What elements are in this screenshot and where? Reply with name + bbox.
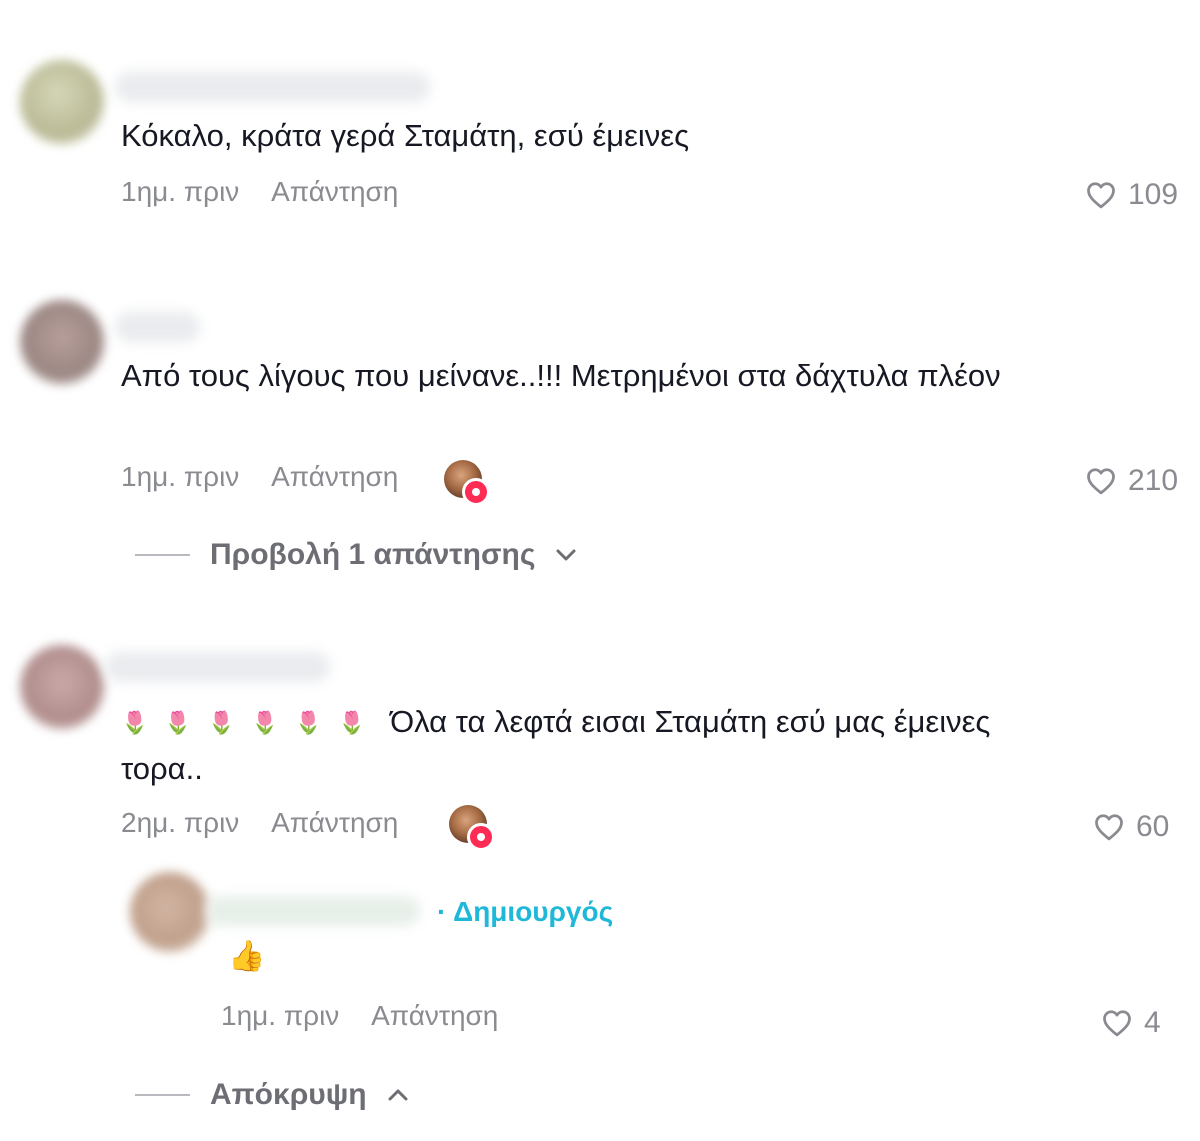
tulip-icon: 🌷: [207, 710, 236, 735]
creator-liked-avatar: [444, 460, 490, 506]
comment-text: Από τους λίγους που μείνανε..!!! Μετρημέ…: [121, 358, 1001, 393]
tulip-icon: 🌷: [251, 710, 279, 735]
creator-badge: · Δημιουργός: [437, 896, 614, 927]
creator-liked-avatar: [449, 805, 495, 851]
heart-badge-icon: [462, 478, 490, 506]
flower-emoji-row: 🌷 🌷 🌷 🌷 🌷 🌷: [121, 704, 390, 739]
timestamp: 1ημ. πριν: [121, 461, 240, 492]
like-button[interactable]: 210: [1086, 464, 1178, 498]
like-count: 109: [1128, 178, 1179, 211]
heart-outline-icon: [1095, 814, 1123, 841]
reply-meta: 1ημ. πριν Απάντηση: [221, 1000, 498, 1032]
thumbs-up-icon: 👍: [228, 940, 266, 973]
hide-replies-button[interactable]: Απόκρυψη: [135, 1078, 409, 1112]
username-blurred[interactable]: [115, 312, 200, 342]
timestamp: 2ημ. πριν: [121, 807, 240, 838]
hide-replies-label: Απόκρυψη: [210, 1078, 367, 1111]
username-blurred[interactable]: [105, 652, 330, 682]
like-button[interactable]: 60: [1094, 810, 1169, 844]
reply-button[interactable]: Απάντηση: [271, 176, 398, 207]
like-button[interactable]: 109: [1086, 178, 1178, 212]
username-blurred[interactable]: [205, 896, 420, 926]
tulip-icon: 🌷: [164, 710, 192, 735]
comment-text: Κόκαλο, κράτα γερά Σταμάτη, εσύ έμεινες: [121, 118, 690, 153]
comment-meta: 1ημ. πριν Απάντηση: [121, 176, 398, 208]
avatar[interactable]: [20, 60, 104, 144]
view-replies-button[interactable]: Προβολή 1 απάντησης: [135, 538, 577, 572]
tulip-icon: 🌷: [338, 710, 366, 735]
comment-meta: 1ημ. πριν Απάντηση: [121, 461, 398, 493]
heart-outline-icon: [1103, 1010, 1131, 1037]
chevron-up-icon: [388, 1089, 408, 1101]
tulip-icon: 🌷: [121, 710, 149, 735]
comment-meta: 2ημ. πριν Απάντηση: [121, 807, 398, 839]
avatar[interactable]: [20, 300, 104, 384]
timestamp: 1ημ. πριν: [121, 176, 240, 207]
avatar[interactable]: [130, 872, 210, 952]
username-blurred[interactable]: [115, 72, 430, 102]
heart-badge-icon: [467, 823, 495, 851]
heart-outline-icon: [1087, 182, 1115, 209]
like-button[interactable]: 4: [1102, 1006, 1161, 1040]
heart-outline-icon: [1087, 468, 1115, 495]
comment-text: 🌷 🌷 🌷 🌷 🌷 🌷 Όλα τα λεφτά εισαι Σταμάτη εσύ μα…: [121, 699, 1021, 792]
view-replies-label: Προβολή 1 απάντησης: [210, 538, 536, 571]
tulip-icon: 🌷: [294, 710, 323, 735]
timestamp: 1ημ. πριν: [221, 1000, 340, 1031]
reply-button[interactable]: Απάντηση: [271, 461, 398, 492]
reply-button[interactable]: Απάντηση: [371, 1000, 498, 1031]
like-count: 60: [1136, 810, 1170, 843]
thread-divider: [135, 1094, 190, 1096]
thread-divider: [135, 554, 190, 556]
chevron-down-icon: [556, 549, 576, 561]
like-count: 4: [1144, 1006, 1161, 1039]
like-count: 210: [1128, 464, 1179, 497]
avatar[interactable]: [20, 645, 104, 729]
reply-button[interactable]: Απάντηση: [271, 807, 398, 838]
